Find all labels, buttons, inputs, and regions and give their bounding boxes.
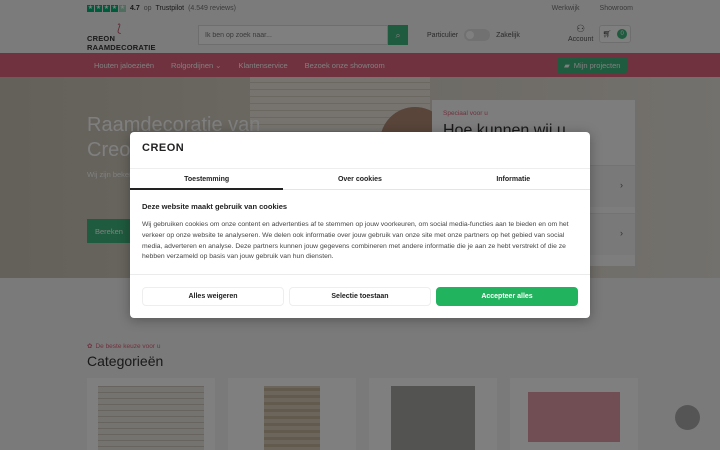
accept-all-button[interactable]: Accepteer alles: [436, 287, 578, 306]
consent-text: Wij gebruiken cookies om onze content en…: [142, 221, 569, 261]
consent-heading: Deze website maakt gebruik van cookies: [142, 202, 288, 211]
consent-tabs: Toestemming Over cookies Informatie: [130, 168, 590, 190]
cookie-consent-dialog: CREON Toestemming Over cookies Informati…: [130, 132, 590, 318]
divider: [130, 274, 590, 275]
chat-widget-button[interactable]: [675, 405, 700, 430]
consent-actions: Alles weigeren Selectie toestaan Accepte…: [142, 287, 578, 306]
dialog-logo: CREON: [142, 142, 185, 154]
deny-all-button[interactable]: Alles weigeren: [142, 287, 284, 306]
tab-over-cookies[interactable]: Over cookies: [283, 169, 436, 189]
allow-selection-button[interactable]: Selectie toestaan: [289, 287, 431, 306]
tab-toestemming[interactable]: Toestemming: [130, 169, 284, 190]
consent-body: Deze website maakt gebruik van cookies W…: [142, 202, 578, 263]
tab-informatie[interactable]: Informatie: [437, 169, 590, 189]
